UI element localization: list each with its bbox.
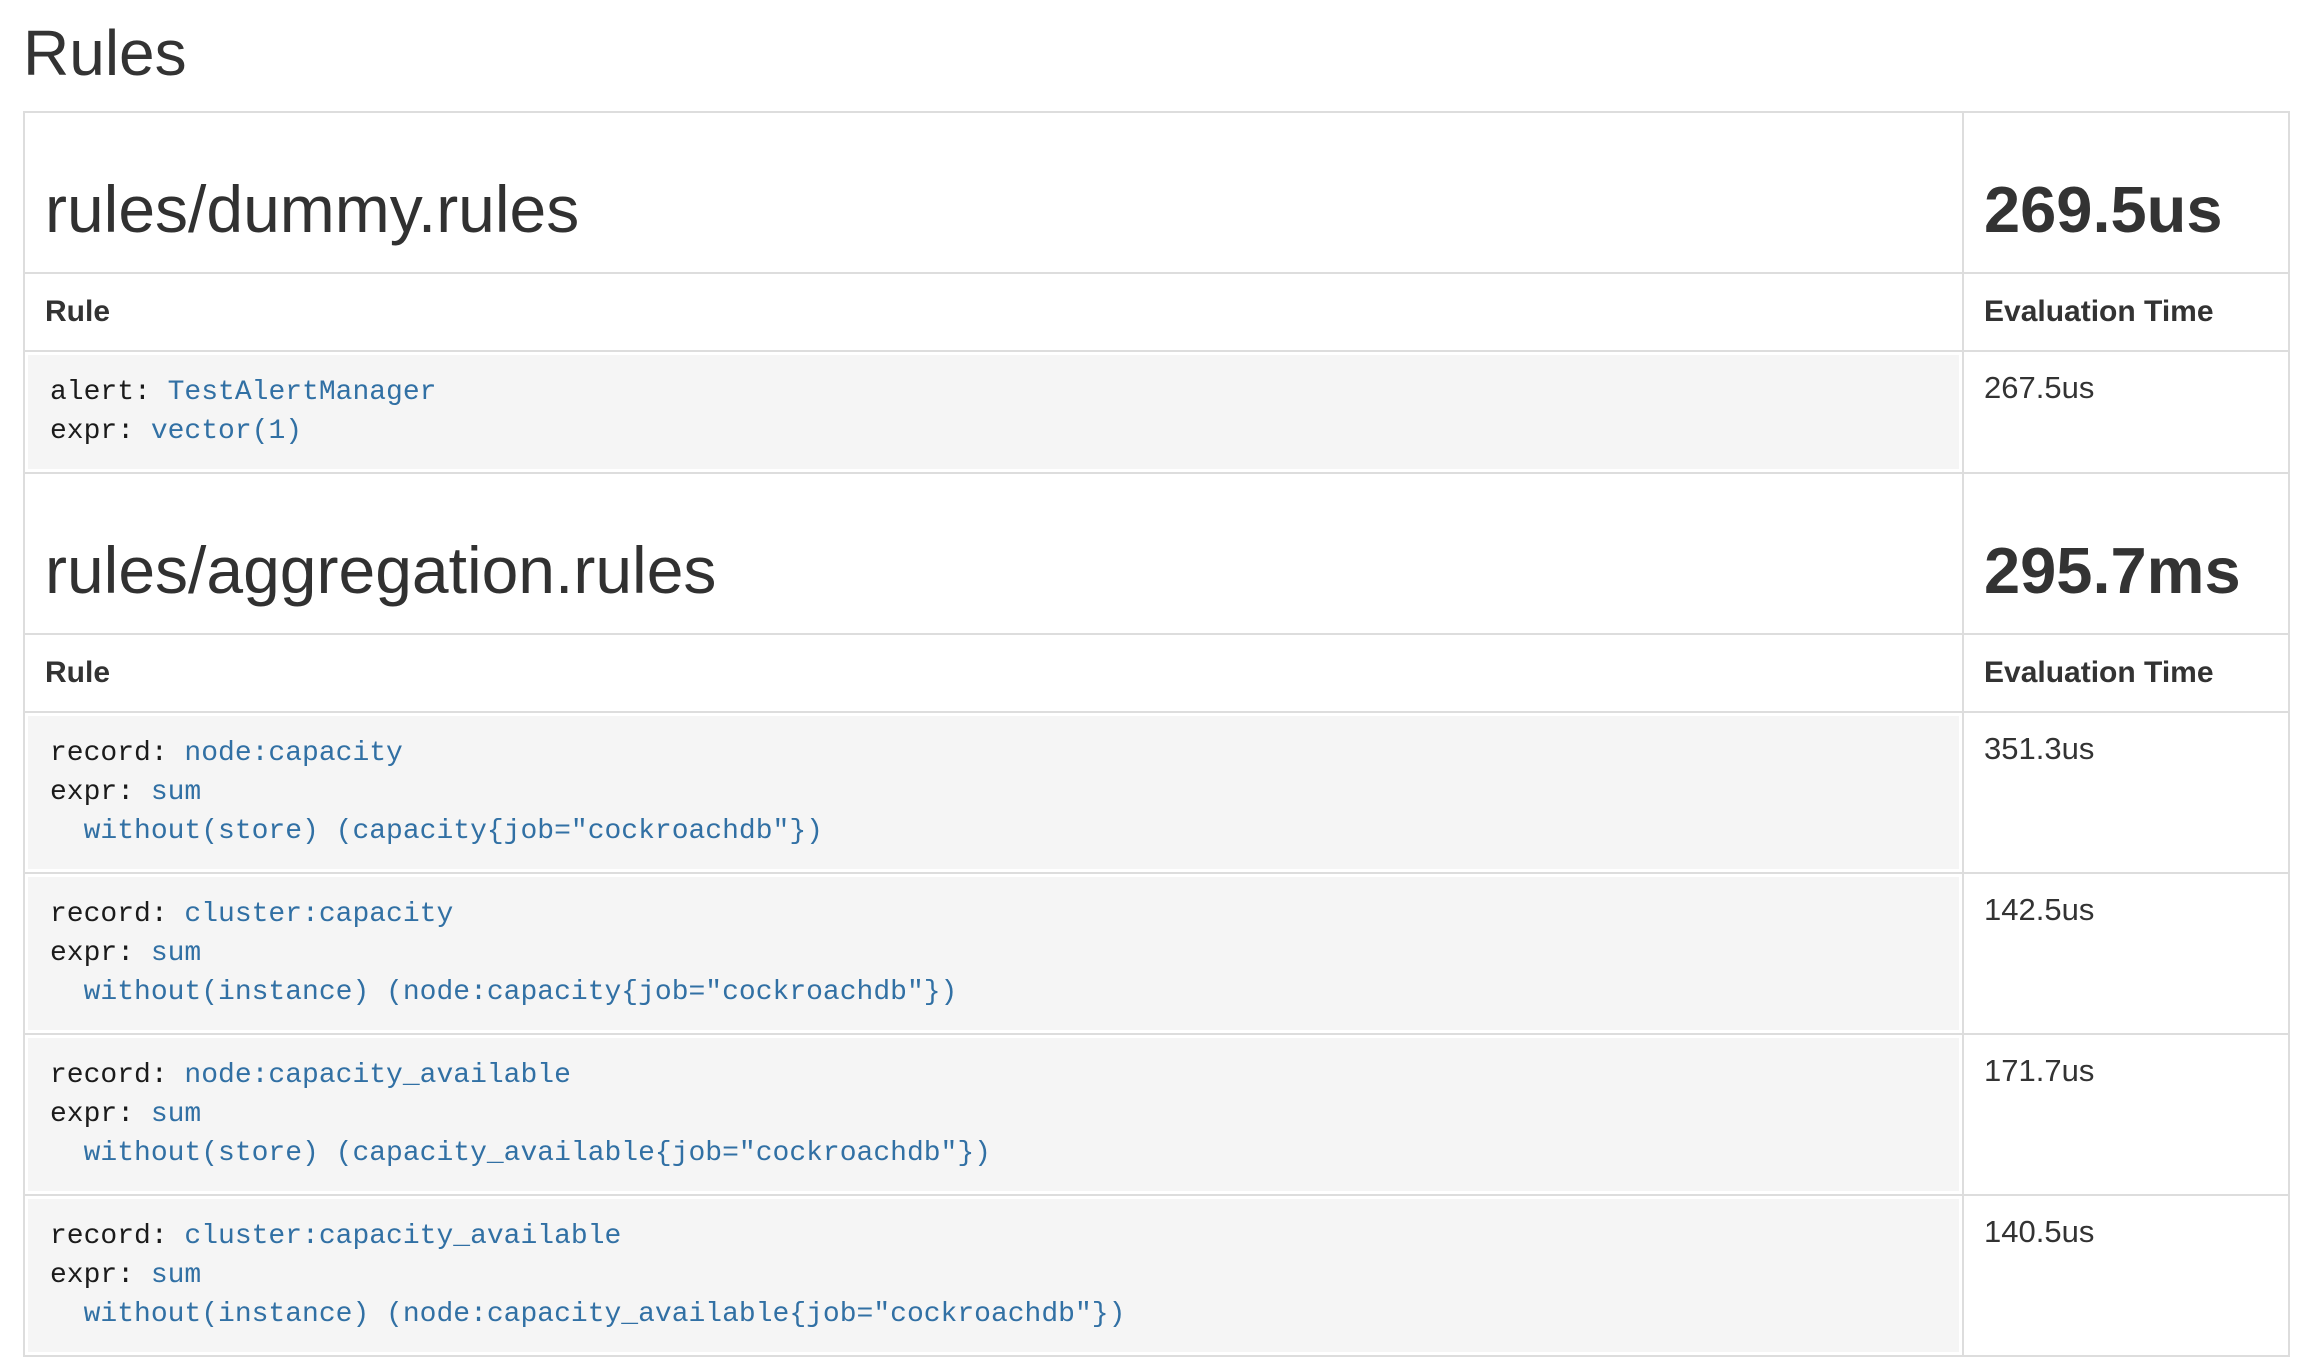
record-name-link[interactable]: cluster:capacity [184,899,453,930]
rule-row: alert: TestAlertManager expr: vector(1) … [24,351,2289,473]
expr-keyword: expr: [50,416,151,447]
rule-group-file-cell: rules/aggregation.rules [24,473,1963,634]
rule-row: record: cluster:capacity_available expr:… [24,1195,2289,1356]
rule-group-header-row: rules/aggregation.rules 295.7ms [24,473,2289,634]
record-keyword: record: [50,738,184,769]
column-header-row: Rule Evaluation Time [24,273,2289,351]
rule-column-header: Rule [24,634,1963,712]
group-evaluation-time: 269.5us [1984,173,2268,246]
record-keyword: record: [50,1221,184,1252]
rule-definition: record: node:capacity_available expr: su… [28,1038,1959,1191]
rule-definition: alert: TestAlertManager expr: vector(1) [28,355,1959,469]
alert-keyword: alert: [50,377,168,408]
evaluation-time-column-header: Evaluation Time [1963,634,2289,712]
rule-column-header: Rule [24,273,1963,351]
rule-definition: record: cluster:capacity expr: sum witho… [28,877,1959,1030]
rule-group-file: rules/dummy.rules [45,173,1942,246]
rule-expr-link[interactable]: vector(1) [151,416,302,447]
page-title: Rules [23,20,2290,87]
expr-keyword: expr: [50,1260,151,1291]
rule-group-file: rules/aggregation.rules [45,534,1942,607]
expr-keyword: expr: [50,777,151,808]
group-evaluation-time-cell: 295.7ms [1963,473,2289,634]
rule-expr-link[interactable]: sum without(instance) (node:capacity{job… [50,938,957,1008]
rule-group-header-row: rules/dummy.rules 269.5us [24,112,2289,273]
group-evaluation-time: 295.7ms [1984,534,2268,607]
rule-definition: record: node:capacity expr: sum without(… [28,716,1959,869]
group-evaluation-time-cell: 269.5us [1963,112,2289,273]
rule-definition-cell: record: node:capacity_available expr: su… [24,1034,1963,1195]
rule-expr-link[interactable]: sum without(instance) (node:capacity_ava… [50,1260,1125,1330]
rule-group-file-cell: rules/dummy.rules [24,112,1963,273]
record-name-link[interactable]: node:capacity_available [184,1060,570,1091]
rule-definition-cell: alert: TestAlertManager expr: vector(1) [24,351,1963,473]
rules-table: rules/dummy.rules 269.5us Rule Evaluatio… [23,111,2290,1357]
rule-definition-cell: record: cluster:capacity expr: sum witho… [24,873,1963,1034]
rule-row: record: node:capacity expr: sum without(… [24,712,2289,873]
evaluation-time-column-header: Evaluation Time [1963,273,2289,351]
rule-row: record: cluster:capacity expr: sum witho… [24,873,2289,1034]
rule-evaluation-time: 267.5us [1963,351,2289,473]
record-name-link[interactable]: node:capacity [184,738,402,769]
alert-name-link[interactable]: TestAlertManager [168,377,437,408]
record-keyword: record: [50,1060,184,1091]
rule-evaluation-time: 171.7us [1963,1034,2289,1195]
rule-definition-cell: record: cluster:capacity_available expr:… [24,1195,1963,1356]
expr-keyword: expr: [50,1099,151,1130]
record-name-link[interactable]: cluster:capacity_available [184,1221,621,1252]
rule-definition: record: cluster:capacity_available expr:… [28,1199,1959,1352]
rules-page: Rules rules/dummy.rules 269.5us Rule Eva… [0,20,2316,1357]
column-header-row: Rule Evaluation Time [24,634,2289,712]
rule-definition-cell: record: node:capacity expr: sum without(… [24,712,1963,873]
rule-evaluation-time: 351.3us [1963,712,2289,873]
record-keyword: record: [50,899,184,930]
expr-keyword: expr: [50,938,151,969]
rule-expr-link[interactable]: sum without(store) (capacity_available{j… [50,1099,991,1169]
rule-expr-link[interactable]: sum without(store) (capacity{job="cockro… [50,777,823,847]
rule-evaluation-time: 142.5us [1963,873,2289,1034]
rule-evaluation-time: 140.5us [1963,1195,2289,1356]
rule-row: record: node:capacity_available expr: su… [24,1034,2289,1195]
